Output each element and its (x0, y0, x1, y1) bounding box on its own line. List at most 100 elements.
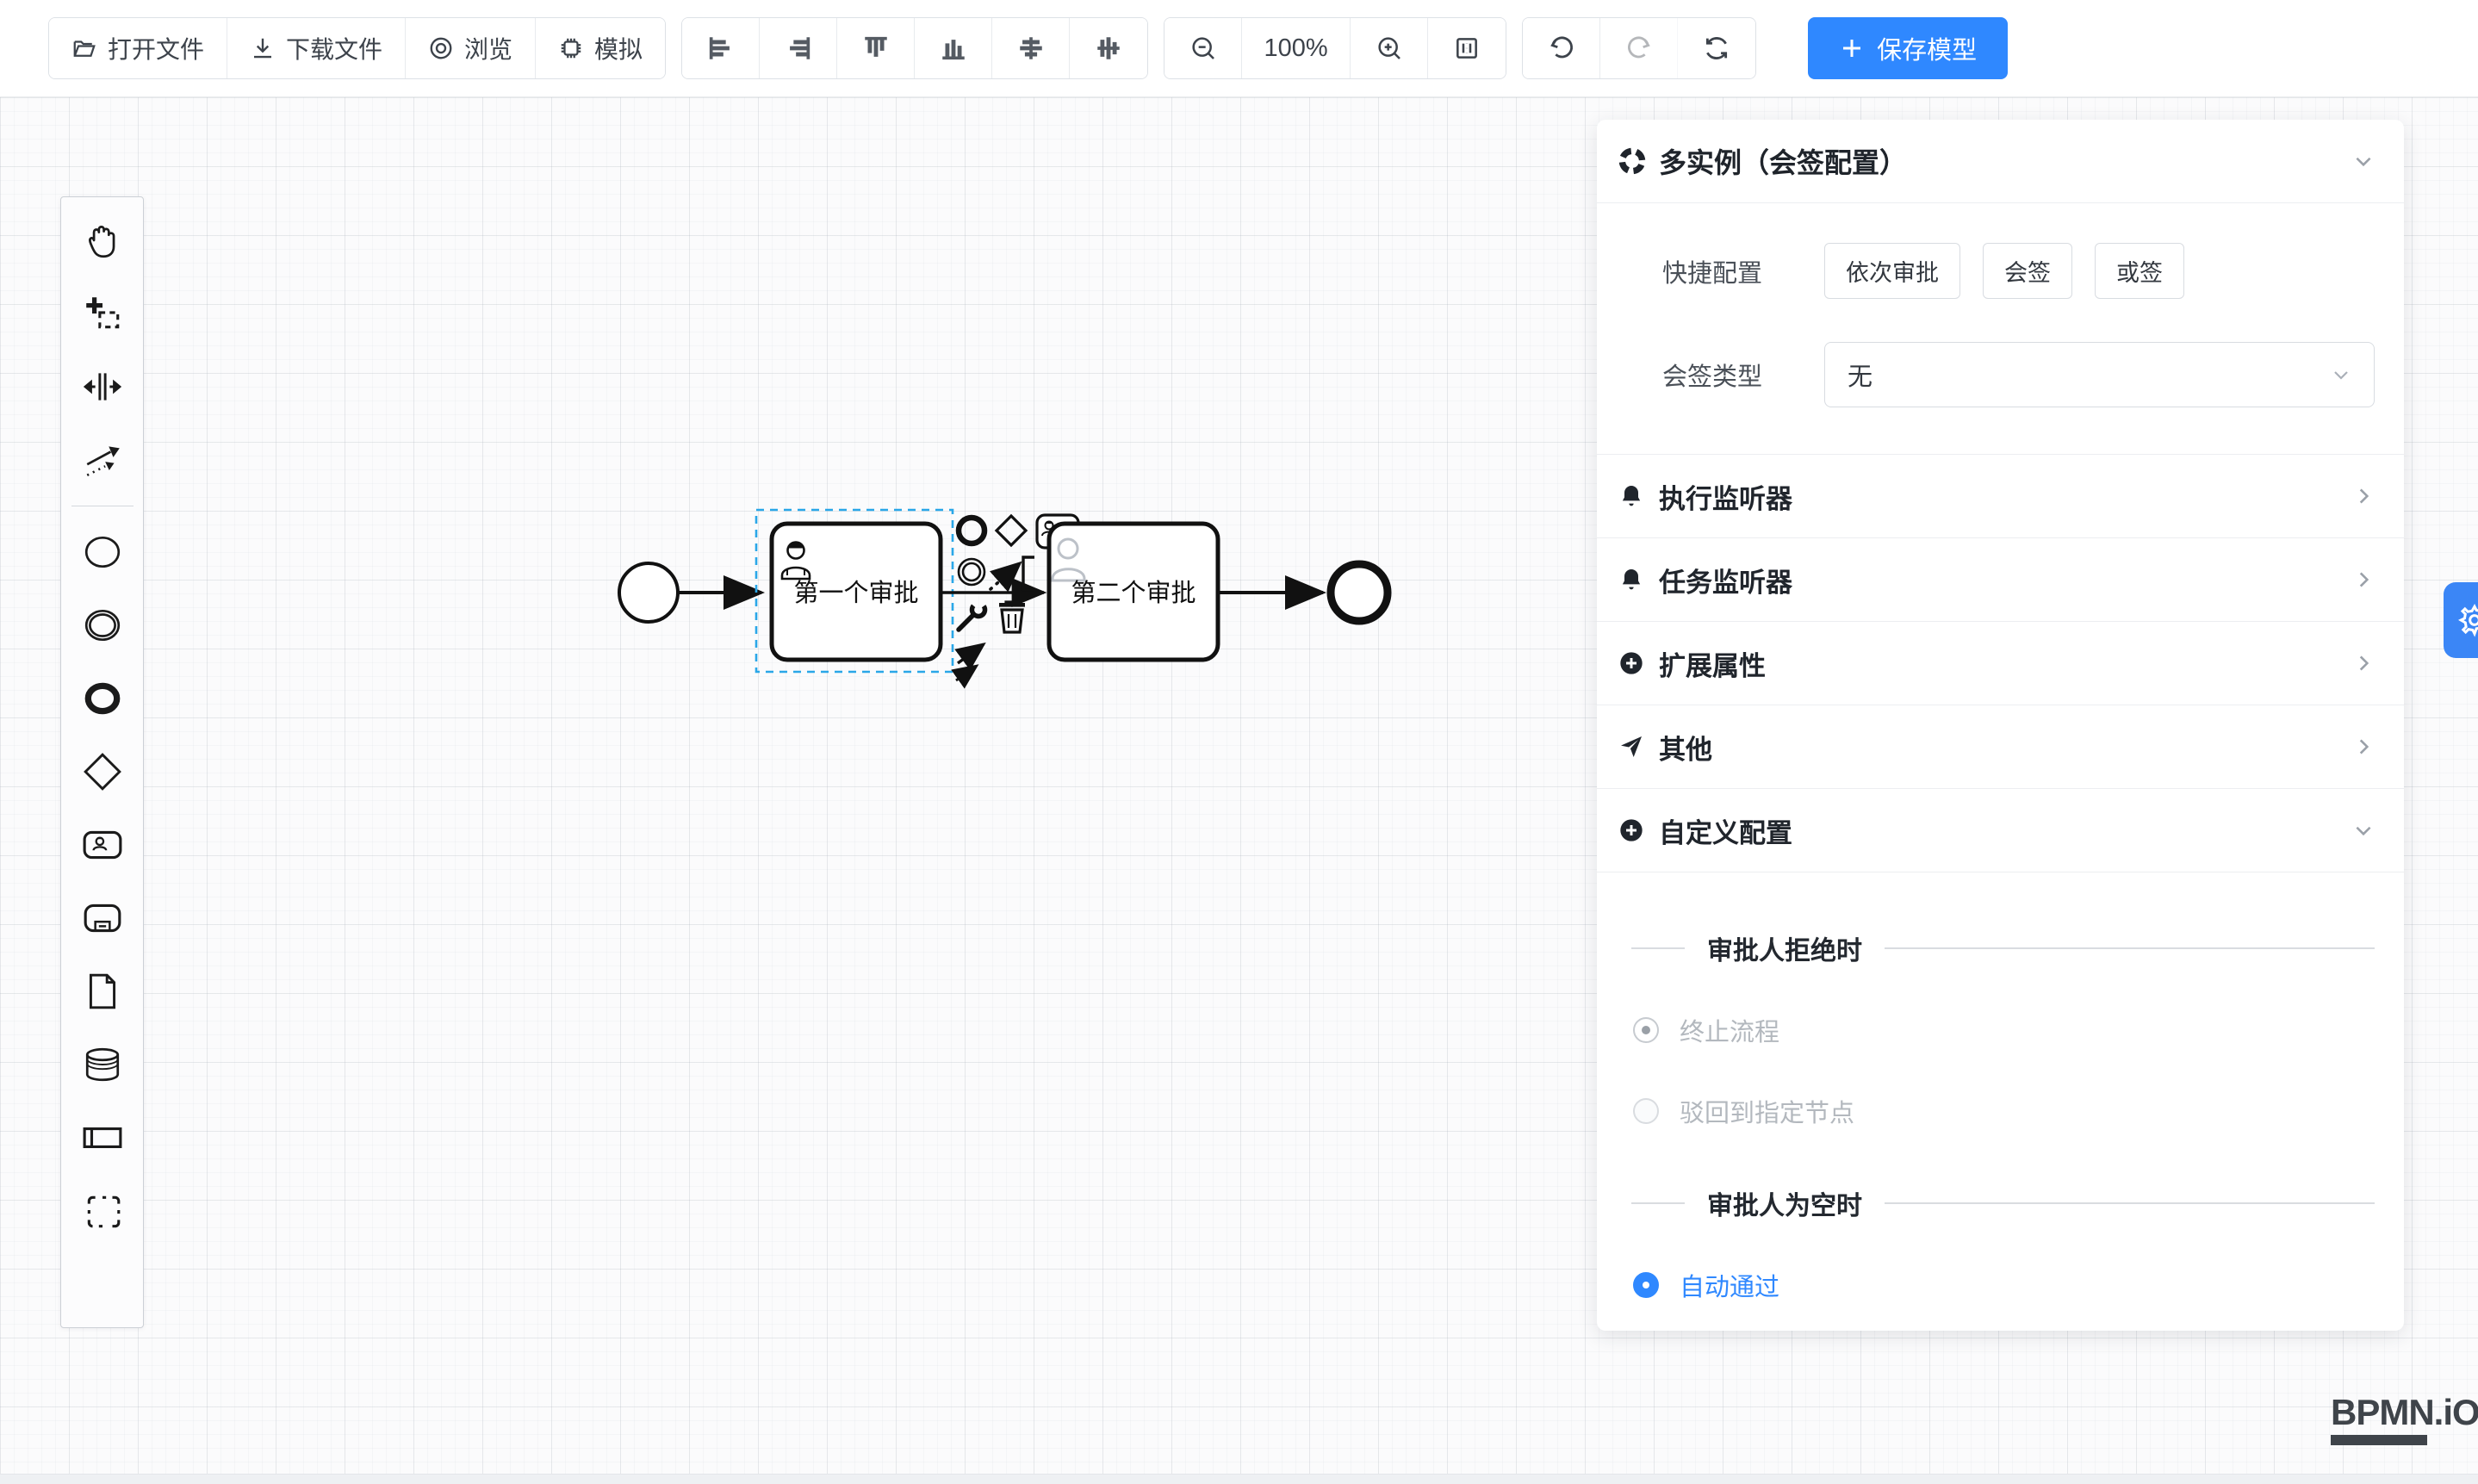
hand-icon (82, 220, 123, 261)
create-gateway[interactable] (82, 751, 123, 792)
eye-icon (428, 35, 454, 61)
divider (1885, 1202, 2375, 1204)
create-intermediate-event[interactable] (82, 605, 123, 646)
create-subprocess[interactable] (82, 897, 123, 939)
bell-icon (1618, 482, 1645, 510)
folder-open-icon (71, 35, 97, 61)
gear-icon (2457, 603, 2478, 637)
save-model-label: 保存模型 (1877, 30, 1977, 66)
open-file-label: 打开文件 (108, 31, 204, 65)
create-end-event[interactable] (82, 678, 123, 719)
preview-button[interactable]: 浏览 (406, 18, 536, 78)
append-intermediate-event-button[interactable] (959, 559, 984, 585)
fit-viewport-button[interactable] (1428, 18, 1506, 78)
intermediate-event-icon (82, 605, 123, 646)
undo-button[interactable] (1523, 18, 1600, 78)
section-execution-listener[interactable]: 执行监听器 (1597, 454, 2404, 537)
quick-config-countersign-button[interactable]: 会签 (1983, 243, 2072, 299)
save-model-button[interactable]: 保存模型 (1808, 17, 2008, 79)
element-palette (60, 196, 144, 1328)
refresh-icon (1703, 34, 1730, 62)
divider (1631, 1202, 1685, 1204)
hand-tool[interactable] (82, 220, 123, 261)
start-event-shape[interactable] (619, 563, 678, 622)
create-start-event[interactable] (82, 531, 123, 573)
bell-icon (1618, 566, 1645, 593)
file-button-group: 打开文件 下载文件 浏览 模拟 (48, 17, 666, 79)
radio-label: 自动通过 (1680, 1267, 1779, 1303)
panel-sections: 执行监听器 任务监听器 扩展属性 其他 自定义配置 审批人拒绝时 (1597, 454, 2404, 1331)
quick-config-row: 快捷配置 依次审批 会签 或签 (1597, 243, 2404, 299)
section-custom-config[interactable]: 自定义配置 (1597, 788, 2404, 872)
fit-viewport-icon (1453, 34, 1481, 62)
create-participant[interactable] (82, 1117, 123, 1158)
zoom-in-icon (1376, 34, 1403, 62)
chevron-right-icon (2352, 652, 2375, 674)
chevron-right-icon (2352, 736, 2375, 758)
align-top-button[interactable] (837, 18, 915, 78)
quick-config-orsign-button[interactable]: 或签 (2095, 243, 2184, 299)
empty-group-title: 审批人为空时 (1707, 1184, 1862, 1222)
end-event-icon (82, 678, 123, 719)
redo-button[interactable] (1600, 18, 1678, 78)
create-data-object[interactable] (82, 971, 123, 1012)
align-bottom-button[interactable] (915, 18, 992, 78)
align-middle-button[interactable] (1070, 18, 1147, 78)
create-user-task[interactable] (82, 824, 123, 866)
properties-panel: 多实例（会签配置） 快捷配置 依次审批 会签 或签 会签类型 无 执行监听器 任… (1597, 120, 2404, 1331)
space-tool[interactable] (82, 366, 123, 407)
zoom-out-icon (1189, 34, 1217, 62)
sign-type-select[interactable]: 无 (1824, 342, 2375, 407)
append-text-annotation-button[interactable] (1023, 557, 1034, 590)
chevron-right-icon (2352, 568, 2375, 591)
settings-tab[interactable] (2444, 582, 2478, 658)
radio-selected-disabled[interactable] (1633, 1017, 1659, 1043)
subprocess-icon (82, 897, 123, 939)
open-file-button[interactable]: 打开文件 (49, 18, 227, 78)
align-right-button[interactable] (760, 18, 837, 78)
reject-group-title: 审批人拒绝时 (1707, 929, 1862, 967)
user-task-shape-1[interactable]: 第一个审批 (772, 524, 941, 660)
preview-label: 浏览 (464, 31, 512, 65)
zoom-in-button[interactable] (1351, 18, 1428, 78)
download-file-button[interactable]: 下载文件 (227, 18, 406, 78)
reject-group-title-row: 审批人拒绝时 (1631, 929, 2375, 967)
radio-selected[interactable] (1633, 1272, 1659, 1298)
panel-header-multi-instance[interactable]: 多实例（会签配置） (1597, 120, 2404, 203)
radio-unselected-disabled[interactable] (1633, 1098, 1659, 1124)
connect-tool[interactable] (82, 439, 123, 481)
zoom-level[interactable]: 100% (1242, 18, 1351, 78)
create-group[interactable] (82, 1190, 123, 1232)
simulate-button[interactable]: 模拟 (536, 18, 665, 78)
participant-icon (82, 1117, 123, 1158)
section-extension-properties[interactable]: 扩展属性 (1597, 621, 2404, 705)
history-button-group (1522, 17, 1756, 79)
bpmn-io-logo[interactable]: BPMN.iO (2331, 1392, 2427, 1445)
radio-return-to-node[interactable]: 驳回到指定节点 (1633, 1093, 2404, 1129)
plus-icon (1839, 35, 1865, 61)
align-left-icon (706, 34, 736, 63)
lasso-tool[interactable] (82, 293, 123, 334)
refresh-button[interactable] (1678, 18, 1755, 78)
delete-button[interactable] (999, 602, 1025, 632)
append-end-event-button[interactable] (959, 518, 984, 543)
align-left-button[interactable] (682, 18, 760, 78)
align-center-button[interactable] (992, 18, 1070, 78)
sign-type-row: 会签类型 无 (1597, 342, 2404, 407)
end-event-shape[interactable] (1331, 564, 1388, 621)
send-icon (1618, 733, 1645, 761)
task-label: 第一个审批 (793, 579, 918, 607)
radio-terminate-process[interactable]: 终止流程 (1633, 1012, 2404, 1048)
user-task-shape-2[interactable]: 第二个审批 (1049, 524, 1218, 660)
create-data-store[interactable] (82, 1044, 123, 1085)
quick-config-sequential-button[interactable]: 依次审批 (1824, 243, 1960, 299)
horizontal-scrollbar[interactable] (0, 1474, 2478, 1484)
section-other[interactable]: 其他 (1597, 705, 2404, 788)
radio-auto-approve[interactable]: 自动通过 (1633, 1267, 2404, 1303)
section-label: 扩展属性 (1659, 644, 2338, 683)
section-task-listener[interactable]: 任务监听器 (1597, 537, 2404, 621)
align-right-icon (784, 34, 813, 63)
align-bottom-icon (939, 34, 968, 63)
zoom-out-button[interactable] (1164, 18, 1242, 78)
chevron-down-icon (2331, 364, 2351, 385)
